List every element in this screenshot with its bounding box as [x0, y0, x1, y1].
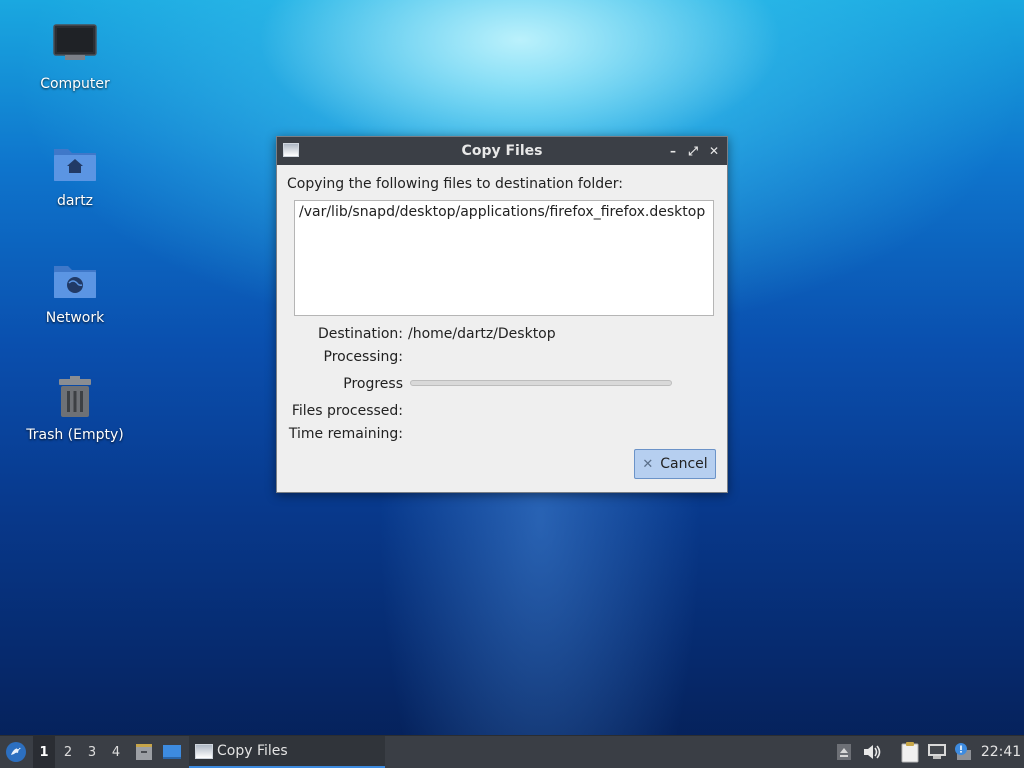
workspace-1[interactable]: 1	[33, 736, 55, 768]
update-notifier-button[interactable]	[951, 736, 975, 768]
copy-files-dialog: Copy Files – ⤢ ✕ Copying the following f…	[276, 136, 728, 493]
volume-button[interactable]	[861, 736, 883, 768]
desktop-icon-network[interactable]: Network	[15, 256, 135, 326]
file-list[interactable]: /var/lib/snapd/desktop/applications/fire…	[294, 200, 714, 316]
desktop-icon-label: Computer	[40, 76, 110, 92]
cancel-x-icon: ✕	[642, 456, 654, 472]
dialog-title: Copy Files	[461, 143, 543, 159]
cancel-button[interactable]: ✕ Cancel	[634, 449, 716, 479]
taskbar: 1 2 3 4 Copy Files 22:41	[0, 735, 1024, 768]
desktop-icon-label: Network	[45, 310, 105, 326]
start-menu-button[interactable]	[2, 736, 30, 768]
files-processed-label: Files processed:	[291, 403, 403, 419]
processing-label: Processing:	[323, 349, 403, 365]
desktop-icon-computer[interactable]: Computer	[15, 22, 135, 92]
show-desktop-icon	[163, 745, 181, 759]
destination-value: /home/dartz/Desktop	[408, 326, 556, 342]
desktop-icon-label: Trash (Empty)	[26, 427, 124, 443]
trash-icon	[59, 376, 91, 417]
cancel-button-label: Cancel	[660, 456, 708, 472]
time-remaining-label: Time remaining:	[288, 426, 403, 442]
file-manager-icon	[136, 744, 152, 760]
clipboard-button[interactable]	[898, 736, 922, 768]
dialog-titlebar[interactable]: Copy Files – ⤢ ✕	[277, 137, 727, 165]
destination-label: Destination:	[317, 326, 403, 342]
minimize-icon[interactable]: –	[664, 142, 682, 160]
maximize-icon[interactable]: ⤢	[684, 142, 702, 160]
desktop: Computer dartz Network Trash (Empty) Cop…	[0, 0, 1024, 768]
start-menu-icon	[6, 742, 26, 762]
file-manager-launcher[interactable]	[132, 736, 156, 768]
progress-bar	[410, 380, 672, 386]
desktop-icon-home[interactable]: dartz	[15, 139, 135, 209]
window-icon	[283, 143, 299, 157]
update-notifier-icon	[955, 743, 971, 760]
list-item[interactable]: /var/lib/snapd/desktop/applications/fire…	[299, 204, 709, 220]
home-folder-icon	[54, 149, 96, 181]
dialog-heading: Copying the following files to destinati…	[287, 176, 623, 192]
desktop-icon-label: dartz	[56, 193, 94, 209]
computer-icon	[53, 24, 97, 60]
eject-icon	[837, 744, 851, 760]
network-icon	[928, 744, 946, 759]
workspace-4[interactable]: 4	[105, 736, 127, 768]
eject-button[interactable]	[834, 736, 854, 768]
clipboard-icon	[901, 742, 919, 763]
network-folder-icon	[54, 266, 96, 298]
workspace-3[interactable]: 3	[81, 736, 103, 768]
close-icon[interactable]: ✕	[705, 142, 723, 160]
task-label: Copy Files	[217, 743, 288, 759]
network-button[interactable]	[925, 736, 949, 768]
window-icon	[195, 743, 213, 759]
task-copy-files[interactable]: Copy Files	[189, 736, 385, 768]
workspace-2[interactable]: 2	[57, 736, 79, 768]
show-desktop-launcher[interactable]	[160, 736, 184, 768]
desktop-icon-trash[interactable]: Trash (Empty)	[15, 373, 135, 443]
clock[interactable]: 22:41	[978, 736, 1024, 768]
volume-icon	[864, 745, 881, 759]
progress-label: Progress	[343, 376, 403, 392]
